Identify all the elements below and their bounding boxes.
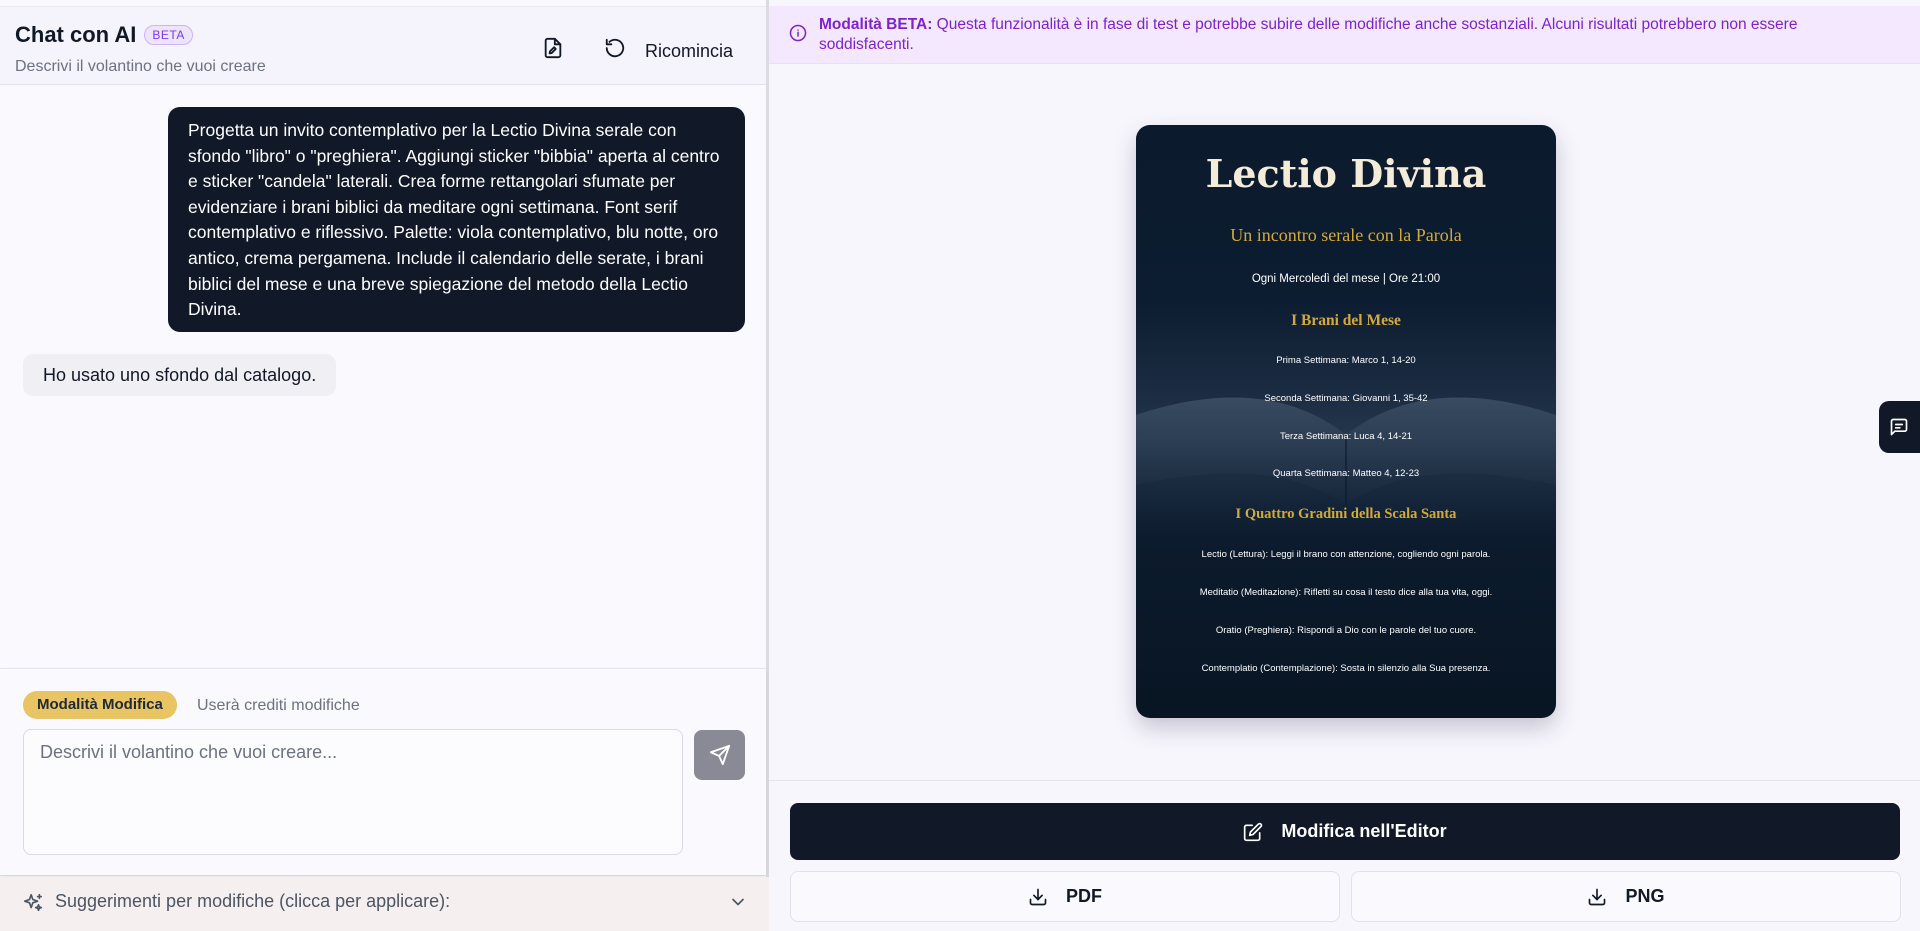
flyer-step: Contemplatio (Contemplazione): Sosta in … [1201, 663, 1491, 674]
file-edit-icon [544, 37, 562, 59]
chat-title: Chat con AI [15, 22, 137, 47]
chat-header: Chat con AI BETA Descrivi il volantino c… [0, 6, 766, 85]
flyer-steps-title: I Quattro Gradini della Scala Santa [1235, 506, 1457, 522]
flyer-schedule: Ogni Mercoledì del mese | Ore 21:00 [1251, 273, 1441, 285]
preview-panel: Modalità BETA: Questa funzionalità è in … [769, 0, 1920, 931]
suggestions-label: Suggerimenti per modifiche (clicca per a… [55, 891, 451, 911]
message-list: Progetta un invito contemplativo per la … [0, 86, 766, 668]
composer: Modalità Modifica Userà crediti modifich… [0, 668, 766, 876]
user-message: Progetta un invito contemplativo per la … [168, 107, 745, 332]
flyer-preview: Lectio Divina Un incontro serale con la … [1136, 125, 1556, 718]
flyer-reading: Seconda Settimana: Giovanni 1, 35-42 [1264, 393, 1428, 404]
info-icon [789, 24, 807, 42]
flyer-step: Meditatio (Meditazione): Rifletti su cos… [1199, 587, 1493, 598]
flyer-step: Lectio (Lettura): Leggi il brano con att… [1201, 549, 1491, 560]
chevron-down-icon [732, 898, 744, 906]
beta-banner-text: Modalità BETA: Questa funzionalità è in … [819, 15, 1889, 55]
download-png-label: PNG [1625, 886, 1665, 906]
edit-in-editor-label: Modifica nell'Editor [1281, 821, 1447, 841]
pencil-square-icon [1244, 822, 1263, 841]
download-pdf-label: PDF [1066, 886, 1102, 906]
edit-in-editor-button[interactable]: Modifica nell'Editor [790, 803, 1900, 860]
edit-file-button[interactable] [538, 33, 568, 63]
suggestions-toggle[interactable]: Suggerimenti per modifiche (clicca per a… [0, 877, 769, 931]
flyer-reading: Prima Settimana: Marco 1, 14-20 [1276, 355, 1416, 366]
edit-mode-hint: Userà crediti modifiche [197, 697, 360, 714]
beta-badge: BETA [144, 25, 193, 45]
flyer-subtitle: Un incontro serale con la Parola [1230, 225, 1462, 245]
floating-chat-button[interactable] [1879, 401, 1920, 453]
flyer-reading: Terza Settimana: Luca 4, 14-21 [1279, 431, 1413, 442]
chat-subtitle: Descrivi il volantino che vuoi creare [15, 58, 266, 75]
chat-title-row: Chat con AI BETA [15, 22, 193, 48]
chat-bubble-icon [1890, 418, 1908, 436]
chat-panel: Chat con AI BETA Descrivi il volantino c… [0, 0, 769, 931]
download-png-button[interactable]: PNG [1351, 871, 1901, 922]
flyer-step: Oratio (Preghiera): Rispondi a Dio con l… [1215, 625, 1477, 636]
ai-message: Ho usato uno sfondo dal catalogo. [23, 354, 337, 396]
download-icon [1589, 888, 1606, 905]
send-button[interactable] [694, 730, 745, 780]
sparkles-icon [23, 893, 43, 912]
edit-mode-pill[interactable]: Modalità Modifica [23, 691, 177, 719]
prompt-input[interactable] [23, 729, 683, 855]
download-icon [1029, 888, 1047, 905]
restart-icon-button[interactable] [600, 33, 630, 63]
beta-banner: Modalità BETA: Questa funzionalità è in … [769, 6, 1920, 64]
restart-button[interactable]: Ricomincia [645, 41, 733, 62]
send-icon [709, 744, 730, 766]
flyer-title: Lectio Divina [1205, 151, 1487, 196]
beta-banner-message: Questa funzionalità è in fase di test e … [819, 16, 1798, 53]
beta-banner-bold: Modalità BETA: [819, 16, 933, 33]
download-pdf-button[interactable]: PDF [790, 871, 1340, 922]
action-bar: Modifica nell'Editor PDF PNG [769, 780, 1920, 931]
flyer-reading: Quarta Settimana: Matteo 4, 12-23 [1272, 468, 1420, 479]
flyer-readings-title: I Brani del Mese [1291, 312, 1401, 329]
rotate-ccw-icon [605, 38, 625, 58]
